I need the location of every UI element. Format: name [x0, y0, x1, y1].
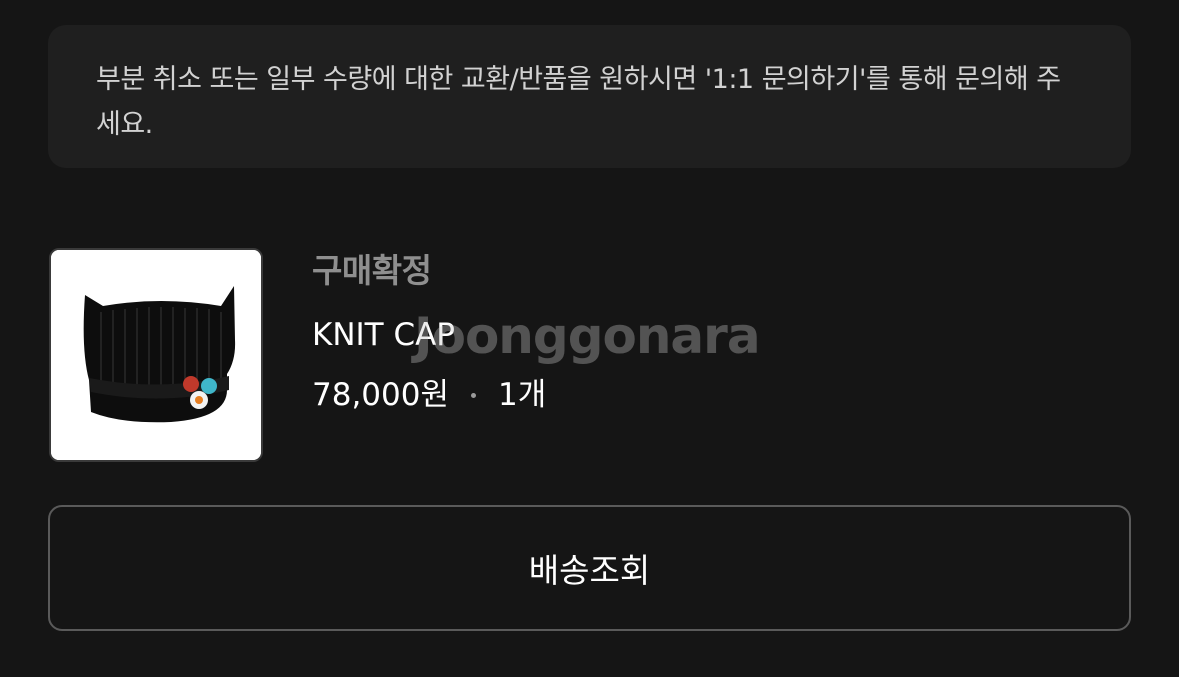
price-quantity-row: 78,000원 1개 [312, 375, 546, 415]
order-detail-page: 부분 취소 또는 일부 수량에 대한 교환/반품을 원하시면 '1:1 문의하기… [0, 0, 1179, 677]
separator-dot [471, 392, 476, 398]
product-price: 78,000원 [312, 377, 449, 413]
product-name[interactable]: KNIT CAP [312, 315, 455, 355]
notice-text: 부분 취소 또는 일부 수량에 대한 교환/반품을 원하시면 '1:1 문의하기… [96, 64, 1061, 140]
product-thumbnail[interactable] [49, 248, 263, 462]
product-quantity: 1개 [498, 377, 547, 413]
watermark: Joonggonara [414, 307, 761, 365]
knit-cap-image [51, 250, 261, 460]
order-status: 구매확정 [312, 251, 432, 290]
track-shipment-button[interactable]: 배송조회 [48, 505, 1131, 631]
notice-box: 부분 취소 또는 일부 수량에 대한 교환/반품을 원하시면 '1:1 문의하기… [48, 25, 1131, 168]
